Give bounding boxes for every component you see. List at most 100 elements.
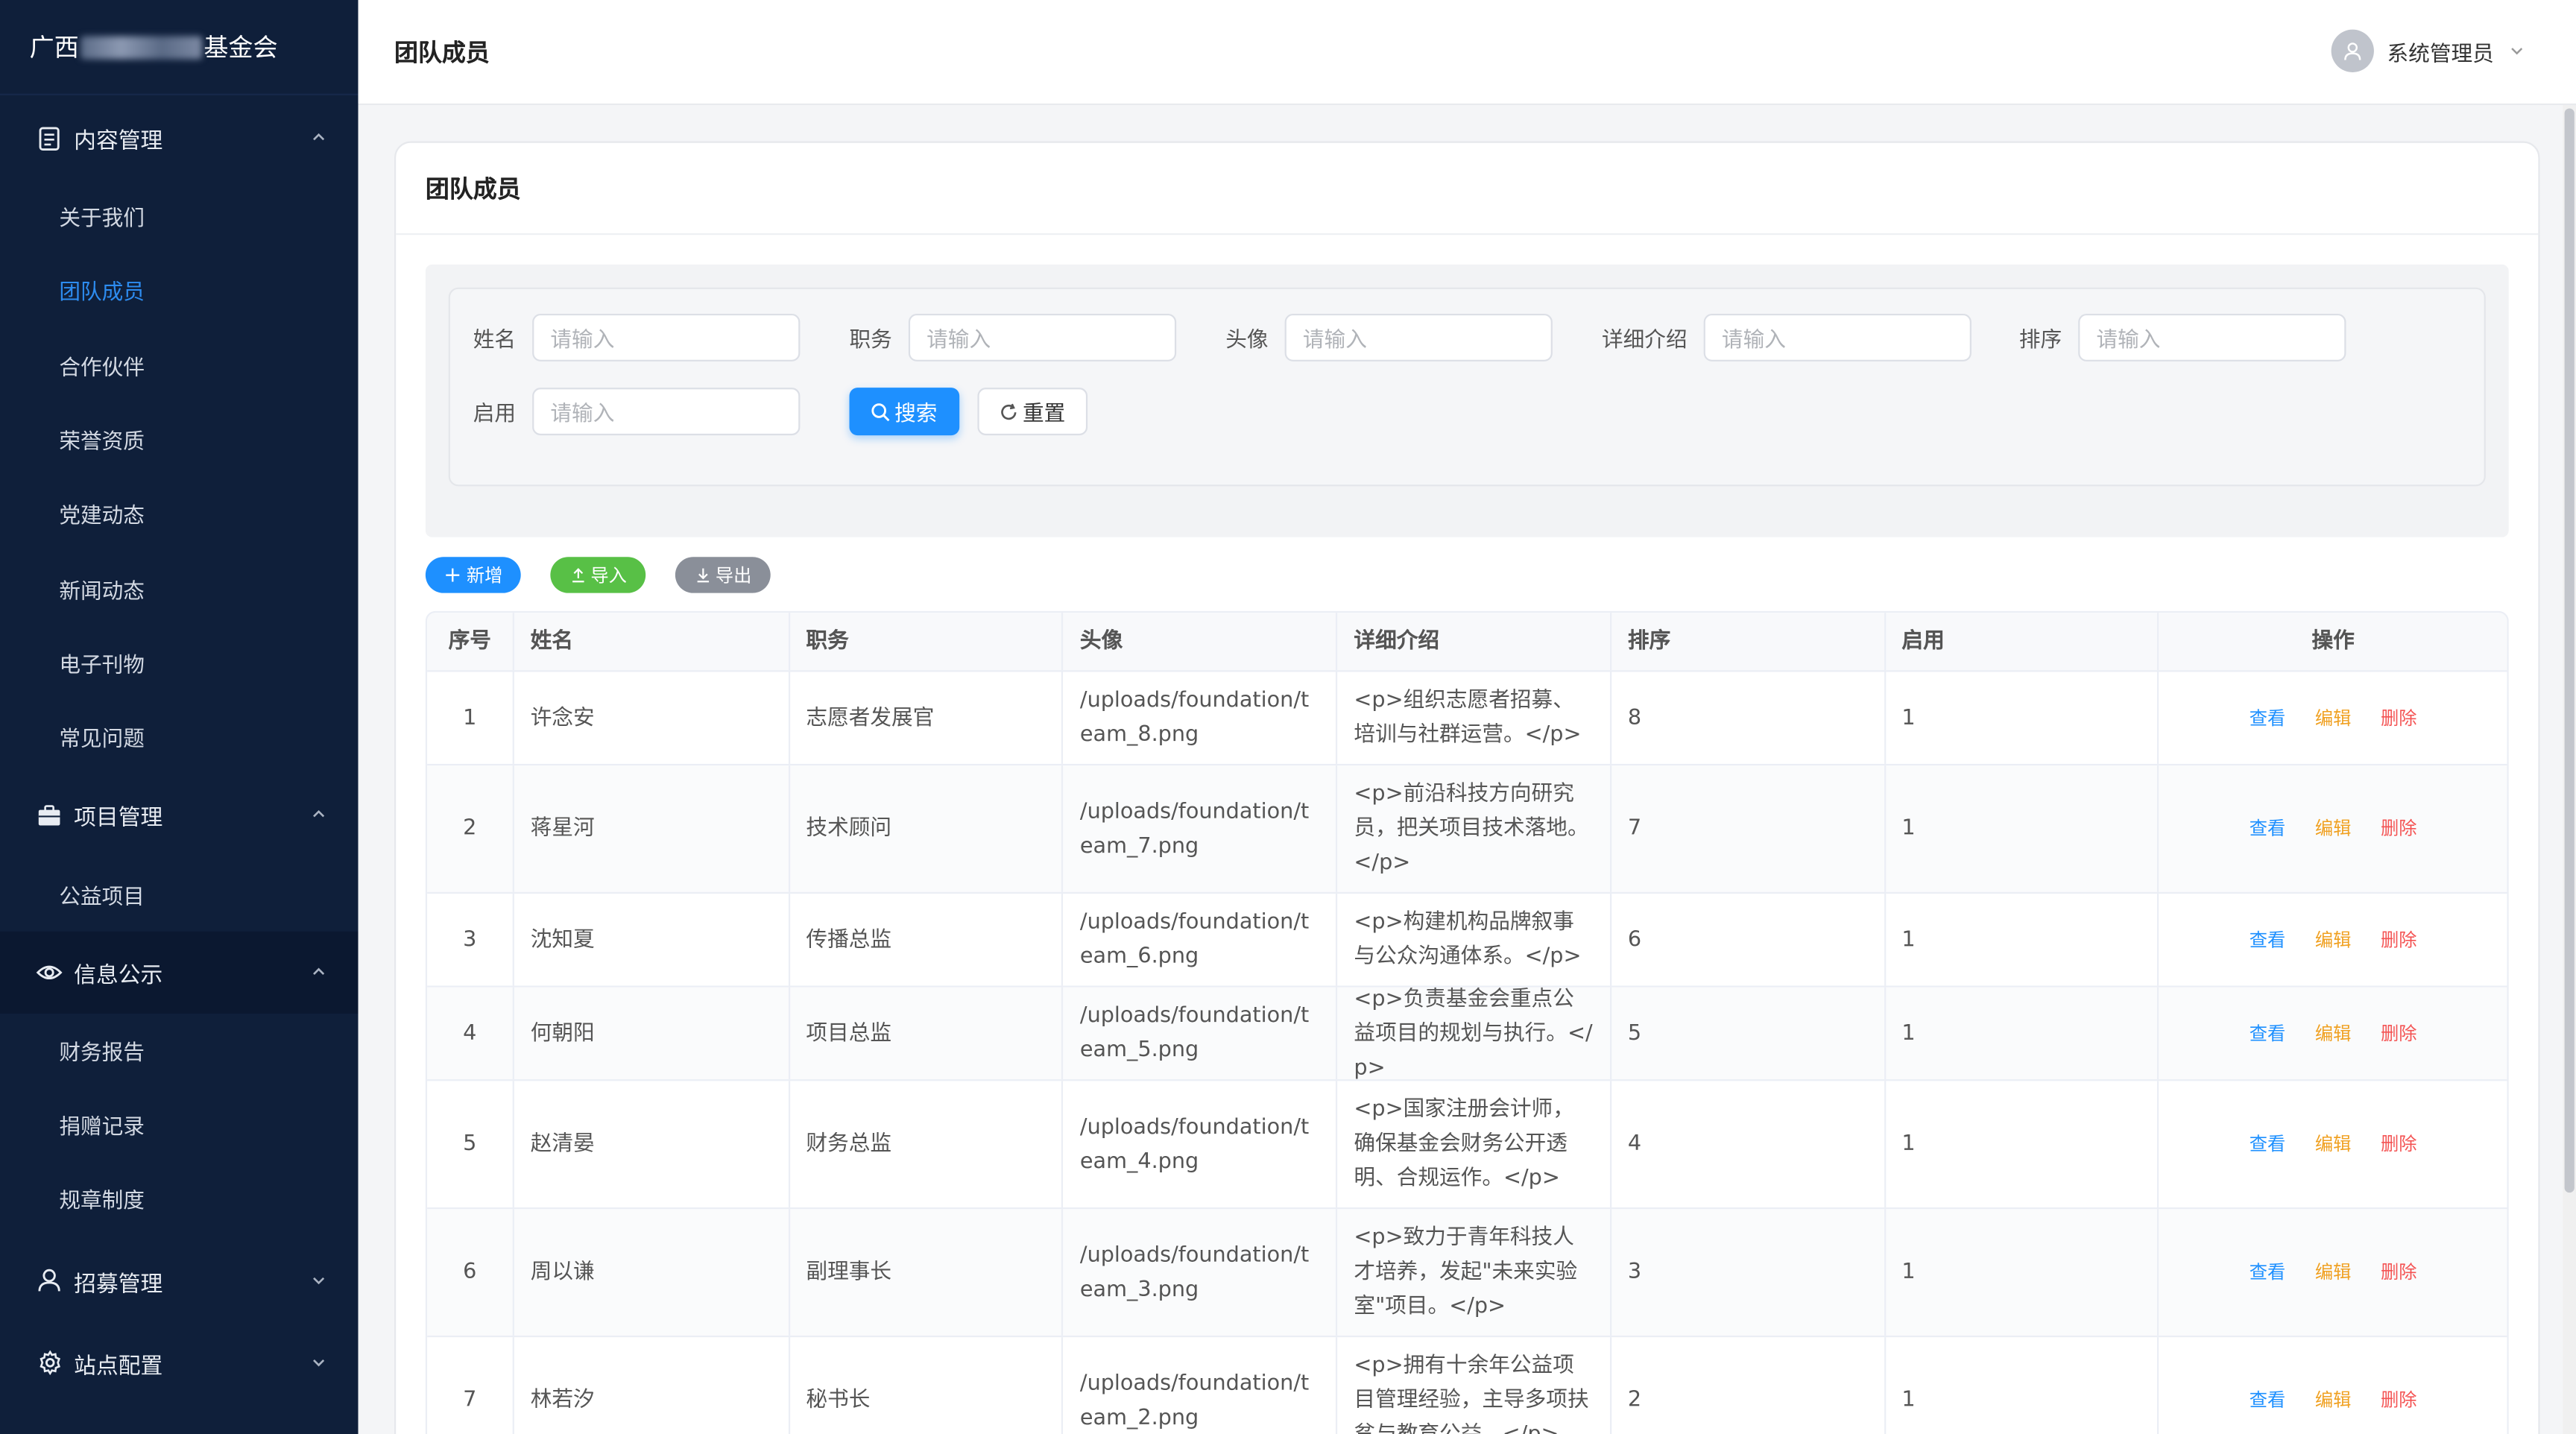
sidebar-item-label: 新闻动态 bbox=[59, 579, 145, 604]
field-label: 详细介绍 bbox=[1601, 328, 1688, 353]
sidebar-item-partners[interactable]: 合作伙伴 bbox=[0, 328, 358, 402]
view-link[interactable]: 查看 bbox=[2250, 1016, 2285, 1050]
eye-icon bbox=[36, 958, 63, 985]
search-form: 姓名 请输入 职务 请输入 头像 请输入 详细介绍 请输入 排序 请输入 启用 … bbox=[448, 287, 2486, 487]
cell-order: 6 bbox=[1611, 894, 1886, 986]
sidebar-item-label: 关于我们 bbox=[59, 207, 145, 233]
menu-group-recruitment[interactable]: 招募管理 bbox=[0, 1239, 358, 1321]
delete-link[interactable]: 删除 bbox=[2381, 1016, 2416, 1050]
cell-detail: <p>构建机构品牌叙事与公众沟通体系。</p> bbox=[1337, 894, 1611, 986]
menu-group-content[interactable]: 内容管理 bbox=[0, 97, 358, 179]
cell-index: 3 bbox=[427, 894, 514, 986]
edit-link[interactable]: 编辑 bbox=[2315, 812, 2351, 846]
edit-link[interactable]: 编辑 bbox=[2315, 701, 2351, 735]
enabled-input[interactable]: 请输入 bbox=[532, 388, 801, 436]
edit-link[interactable]: 编辑 bbox=[2315, 1383, 2351, 1418]
menu-group-site-config[interactable]: 站点配置 bbox=[0, 1321, 358, 1403]
delete-link[interactable]: 删除 bbox=[2381, 701, 2416, 735]
scrollbar[interactable] bbox=[2563, 105, 2576, 1434]
view-link[interactable]: 查看 bbox=[2250, 923, 2285, 957]
menu-group-disclosure[interactable]: 信息公示 bbox=[0, 931, 359, 1014]
table-body: 1 许念安 志愿者发展官/uploads/foundation/team_8.png… bbox=[427, 672, 2507, 1434]
cell-name: 周以谦 bbox=[514, 1209, 790, 1336]
sidebar-item-news[interactable]: 新闻动态 bbox=[0, 551, 358, 625]
sidebar: 广西 基金会 内容管理 关于我们 团队成员 合作伙伴 荣誉资质 党建动态 新闻动… bbox=[0, 0, 359, 1434]
field-label: 排序 bbox=[2018, 328, 2062, 353]
cell-name: 何朝阳 bbox=[514, 987, 790, 1080]
cell-order: 3 bbox=[1611, 1209, 1886, 1336]
col-header-enabled[interactable]: 启用 bbox=[1885, 613, 2159, 671]
sidebar-item-about[interactable]: 关于我们 bbox=[0, 179, 358, 253]
name-input[interactable]: 请输入 bbox=[532, 313, 801, 361]
cell-index: 6 bbox=[427, 1209, 514, 1336]
view-link[interactable]: 查看 bbox=[2250, 701, 2285, 735]
detail-input[interactable]: 请输入 bbox=[1703, 313, 1972, 361]
sidebar-item-charity-projects[interactable]: 公益项目 bbox=[0, 856, 358, 931]
position-input[interactable]: 请输入 bbox=[908, 313, 1177, 361]
user-icon bbox=[36, 1268, 62, 1294]
delete-link[interactable]: 删除 bbox=[2381, 1255, 2416, 1289]
cell-enabled: 1 bbox=[1885, 987, 2159, 1080]
refresh-icon bbox=[1002, 402, 1017, 420]
order-input[interactable]: 请输入 bbox=[2078, 313, 2346, 361]
view-link[interactable]: 查看 bbox=[2250, 1127, 2285, 1161]
delete-link[interactable]: 删除 bbox=[2381, 923, 2416, 957]
page-title: 团队成员 bbox=[394, 41, 490, 68]
sidebar-item-faq[interactable]: 常见问题 bbox=[0, 700, 358, 774]
sidebar-item-team[interactable]: 团队成员 bbox=[0, 253, 358, 328]
avatar-input[interactable]: 请输入 bbox=[1284, 313, 1553, 361]
view-link[interactable]: 查看 bbox=[2250, 1255, 2285, 1289]
cell-avatar: /uploads/foundation/team_3.png bbox=[1064, 1209, 1338, 1336]
col-header-avatar[interactable]: 头像 bbox=[1064, 613, 1338, 671]
field-label: 姓名 bbox=[473, 328, 517, 353]
col-header-position[interactable]: 职务 bbox=[789, 613, 1064, 671]
cell-actions: 查看 编辑 删除 bbox=[2159, 988, 2507, 1079]
menu-group-label: 招募管理 bbox=[74, 1271, 163, 1298]
col-header-name[interactable]: 姓名 bbox=[514, 613, 790, 671]
view-link[interactable]: 查看 bbox=[2250, 812, 2285, 846]
cell-avatar: /uploads/foundation/team_4.png bbox=[1064, 1081, 1338, 1208]
menu-group-projects[interactable]: 项目管理 bbox=[0, 774, 358, 856]
sidebar-item-donation-records[interactable]: 捐赠记录 bbox=[0, 1087, 358, 1162]
cell-enabled: 1 bbox=[1885, 1337, 2159, 1434]
delete-link[interactable]: 删除 bbox=[2381, 1127, 2416, 1161]
export-button[interactable]: 导出 bbox=[675, 557, 771, 593]
delete-link[interactable]: 删除 bbox=[2381, 812, 2416, 846]
reset-button[interactable]: 重置 bbox=[977, 388, 1088, 436]
sidebar-item-label: 团队成员 bbox=[59, 281, 145, 306]
edit-link[interactable]: 编辑 bbox=[2315, 1255, 2351, 1289]
sidebar-item-label: 常见问题 bbox=[59, 727, 145, 753]
add-button[interactable]: + 新增 bbox=[425, 557, 521, 593]
delete-link[interactable]: 删除 bbox=[2381, 1383, 2416, 1418]
edit-link[interactable]: 编辑 bbox=[2315, 923, 2351, 957]
user-name: 系统管理员 bbox=[2387, 42, 2494, 67]
cell-avatar: /uploads/foundation/team_2.png bbox=[1064, 1337, 1338, 1434]
sidebar-item-label: 合作伙伴 bbox=[59, 356, 145, 381]
sidebar-item-honors[interactable]: 荣誉资质 bbox=[0, 402, 358, 477]
export-button-label: 导出 bbox=[715, 565, 752, 587]
col-header-index[interactable]: 序号 bbox=[427, 613, 514, 671]
cell-actions: 查看 编辑 删除 bbox=[2159, 894, 2507, 985]
search-button[interactable]: 搜索 bbox=[849, 388, 960, 436]
brand-suffix: 基金会 bbox=[203, 33, 278, 63]
brand-logo[interactable]: 广西 基金会 bbox=[0, 0, 359, 95]
view-link[interactable]: 查看 bbox=[2250, 1383, 2285, 1418]
search-field-order: 排序 请输入 bbox=[2018, 313, 2346, 361]
cell-actions: 查看 编辑 删除 bbox=[2159, 1209, 2507, 1336]
edit-link[interactable]: 编辑 bbox=[2315, 1016, 2351, 1050]
table-row: 5 赵清晏 财务总监/uploads/foundation/team_4.png <p… bbox=[427, 1081, 2507, 1210]
col-header-order[interactable]: 排序 bbox=[1611, 613, 1886, 671]
user-menu[interactable]: 系统管理员 bbox=[2331, 29, 2527, 72]
search-icon bbox=[872, 402, 891, 421]
search-field-enabled: 启用 请输入 bbox=[473, 388, 801, 436]
cell-enabled: 1 bbox=[1885, 894, 2159, 986]
scrollbar-thumb[interactable] bbox=[2564, 108, 2575, 1193]
sidebar-item-party[interactable]: 党建动态 bbox=[0, 477, 358, 552]
sidebar-item-ejournal[interactable]: 电子刊物 bbox=[0, 625, 358, 700]
import-button[interactable]: 导入 bbox=[550, 557, 646, 593]
edit-link[interactable]: 编辑 bbox=[2315, 1127, 2351, 1161]
sidebar-item-financial-report[interactable]: 财务报告 bbox=[0, 1013, 358, 1087]
sidebar-item-regulations[interactable]: 规章制度 bbox=[0, 1162, 358, 1236]
col-header-detail[interactable]: 详细介绍 bbox=[1337, 613, 1611, 671]
avatar bbox=[2331, 29, 2374, 72]
